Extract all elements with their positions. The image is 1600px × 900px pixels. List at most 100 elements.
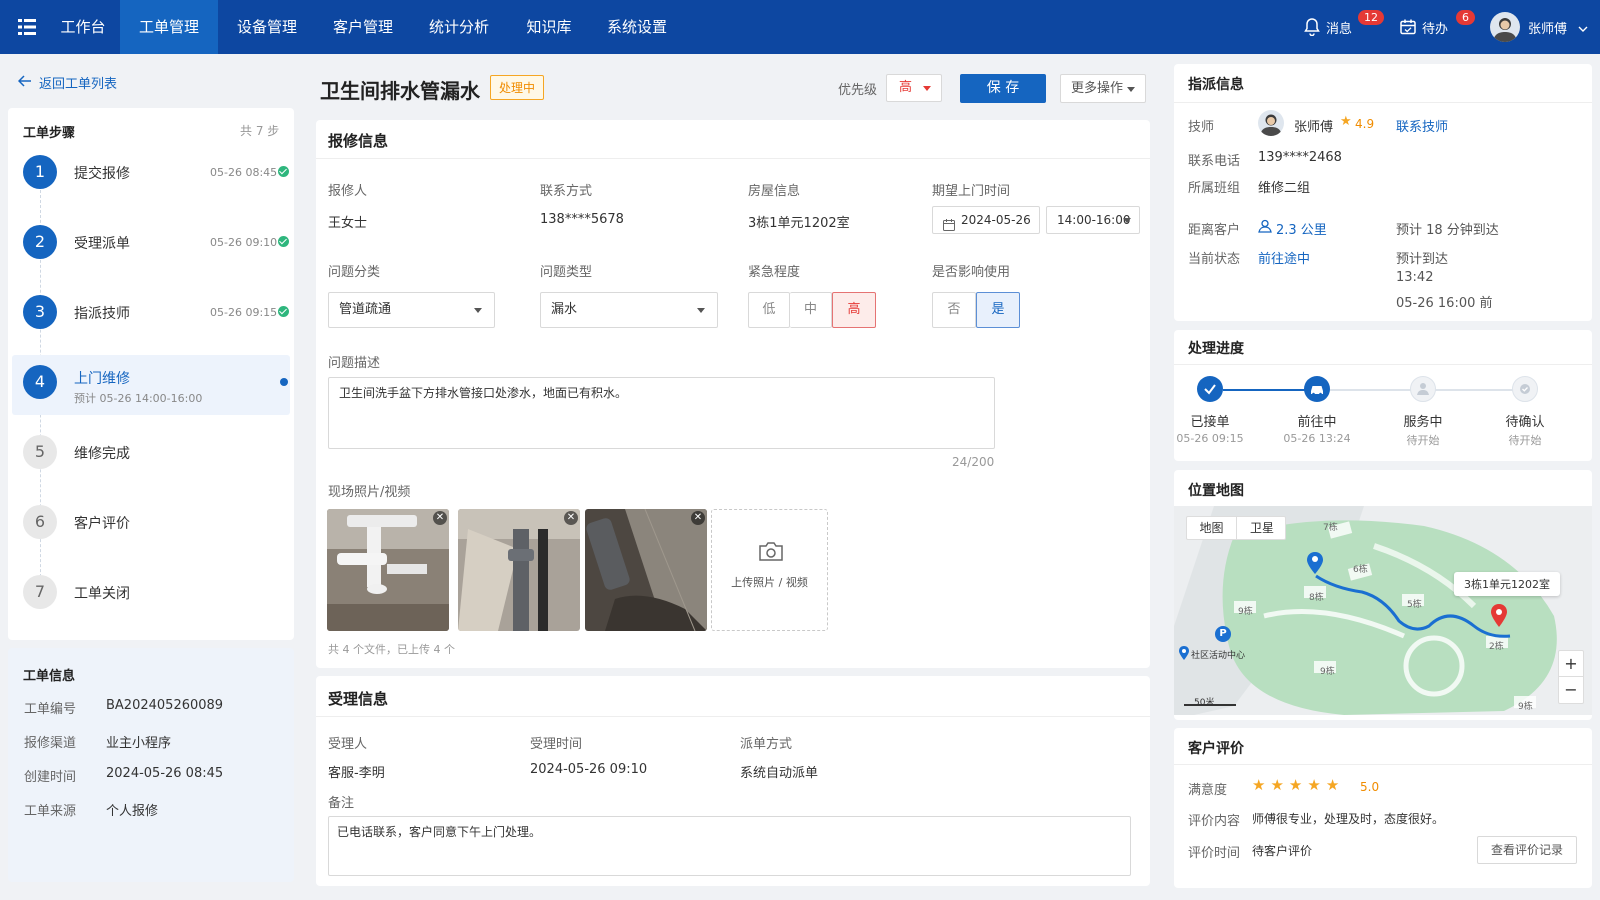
satellite-tab[interactable]: 卫星 (1237, 517, 1287, 539)
nav-devices[interactable]: 设备管理 (226, 0, 308, 54)
steps-title: 工单步骤 (23, 126, 76, 141)
section-divider (1174, 102, 1592, 103)
team-label: 所属班组 (1188, 181, 1241, 196)
description-counter: 24/200 (952, 455, 995, 469)
star-icon: ★ (1270, 776, 1284, 794)
note-textarea[interactable]: 已电话联系，客户同意下午上门处理。 (328, 816, 1131, 876)
site-photo-2[interactable]: ✕ (458, 509, 580, 631)
todo-button[interactable]: 待办 6 (1400, 0, 1480, 54)
building-label: 9栋 (1320, 667, 1335, 677)
urgency-high-button[interactable]: 高 (832, 292, 876, 328)
map-type-toggle: 地图 卫星 (1186, 516, 1286, 540)
priority-value: 高 (899, 80, 913, 95)
caret-down-icon (1127, 87, 1135, 92)
caret-down-icon (697, 308, 705, 313)
check-circle-icon (1520, 384, 1530, 394)
building-label: 9栋 (1518, 702, 1533, 712)
progress-label-in-service: 服务中 (1403, 415, 1443, 430)
type-select[interactable]: 漏水 (540, 292, 718, 328)
arrive-time: 13:42 (1396, 270, 1434, 285)
affect-yes-button[interactable]: 是 (976, 292, 1020, 328)
upload-photo-button[interactable]: 上传照片 / 视频 (711, 509, 828, 631)
review-history-button[interactable]: 查看评价记录 (1477, 836, 1577, 864)
step-label[interactable]: 维修完成 (74, 443, 130, 463)
description-label: 问题描述 (328, 356, 381, 371)
zoom-out-button[interactable]: − (1559, 677, 1583, 703)
upload-label: 上传照片 / 视频 (731, 576, 808, 589)
category-select[interactable]: 管道疏通 (328, 292, 495, 328)
step-number: 2 (23, 225, 57, 259)
order-info-panel: 工单信息 工单编号 BA202405260089 报修渠道 业主小程序 创建时间… (8, 648, 294, 882)
site-photo-1[interactable]: ✕ (327, 509, 449, 631)
review-content-label: 评价内容 (1188, 814, 1241, 829)
satisfaction-label: 满意度 (1188, 783, 1228, 798)
building-label: 6栋 (1353, 565, 1368, 575)
urgency-medium-button[interactable]: 中 (790, 292, 832, 328)
remove-photo-icon[interactable]: ✕ (691, 511, 705, 525)
location-map[interactable]: 7栋 6栋 8栋 9栋 5栋 2栋 9栋 9栋 地图 卫星 3栋1单元1202室… (1174, 506, 1592, 715)
step-done-check-icon (278, 236, 289, 247)
caret-down-icon (1123, 218, 1131, 223)
visit-time-select[interactable]: 14:00-16:00 (1046, 206, 1140, 234)
urgency-low-button[interactable]: 低 (748, 292, 790, 328)
review-time-label: 评价时间 (1188, 846, 1241, 861)
user-name: 张师傅 (1528, 22, 1568, 37)
camera-icon (758, 540, 784, 566)
page-title: 卫生间排水管漏水 (320, 79, 480, 103)
visit-date-picker[interactable]: 2024-05-26 (932, 206, 1040, 234)
step-time: 05-26 08:45 (210, 166, 278, 179)
more-actions-button[interactable]: 更多操作 (1060, 74, 1146, 103)
community-label: 社区活动中心 (1191, 651, 1246, 661)
nav-work-orders[interactable]: 工单管理 (120, 0, 218, 54)
priority-select[interactable]: 高 (886, 74, 942, 102)
state-value: 前往途中 (1258, 252, 1311, 267)
community-pin-icon (1178, 646, 1190, 664)
affect-no-button[interactable]: 否 (932, 292, 976, 328)
destination-marker-icon (1490, 604, 1508, 632)
nav-workbench[interactable]: 工作台 (48, 0, 118, 54)
back-to-list-link[interactable]: 返回工单列表 (17, 72, 138, 92)
created-time-value: 2024-05-26 08:45 (106, 766, 224, 781)
step-time: 05-26 09:10 (210, 236, 278, 249)
phone-label: 联系电话 (1188, 154, 1241, 169)
nav-statistics[interactable]: 统计分析 (418, 0, 500, 54)
progress-time-accepted: 05-26 09:15 (1176, 432, 1244, 445)
step-label[interactable]: 受理派单 (74, 233, 130, 253)
step-time: 05-26 09:15 (210, 306, 278, 319)
destination-label: 3栋1单元1202室 (1464, 578, 1550, 591)
progress-time-confirm: 待开始 (1508, 434, 1542, 447)
messages-button[interactable]: 消息 12 (1304, 0, 1384, 54)
step-label[interactable]: 工单关闭 (74, 583, 130, 603)
nav-knowledge[interactable]: 知识库 (514, 0, 584, 54)
contact-value: 138****5678 (540, 212, 624, 227)
step-label[interactable]: 指派技师 (74, 303, 130, 323)
order-info-title: 工单信息 (23, 669, 76, 684)
step-label[interactable]: 上门维修 (74, 368, 130, 388)
technician-marker-icon (1306, 552, 1324, 578)
channel-value: 业主小程序 (106, 736, 172, 751)
description-textarea[interactable]: 卫生间洗手盆下方排水管接口处渗水，地面已有积水。 (328, 377, 995, 449)
step-label[interactable]: 提交报修 (74, 163, 130, 183)
star-icon: ★ (1307, 776, 1321, 794)
map-tab[interactable]: 地图 (1187, 517, 1237, 539)
step-label[interactable]: 客户评价 (74, 513, 130, 533)
save-button[interactable]: 保 存 (960, 74, 1046, 103)
contact-tech-link[interactable]: 联系技师 (1396, 116, 1448, 135)
remove-photo-icon[interactable]: ✕ (564, 511, 578, 525)
star-icon: ★ (1340, 114, 1352, 129)
site-photo-3[interactable]: ✕ (585, 509, 707, 631)
back-label: 返回工单列表 (39, 77, 118, 92)
zoom-in-button[interactable]: + (1559, 651, 1583, 677)
remove-photo-icon[interactable]: ✕ (433, 511, 447, 525)
destination-callout: 3栋1单元1202室 (1454, 572, 1560, 596)
building-label: 2栋 (1489, 642, 1504, 652)
user-menu[interactable]: 张师傅 (1490, 0, 1590, 54)
affect-label: 是否影响使用 (932, 265, 1011, 280)
step-number: 1 (23, 155, 57, 189)
progress-node-accepted (1197, 376, 1223, 402)
nav-settings[interactable]: 系统设置 (596, 0, 678, 54)
nav-customers[interactable]: 客户管理 (322, 0, 404, 54)
review-panel: 客户评价 (1174, 728, 1592, 888)
menu-grid-icon[interactable] (18, 19, 36, 35)
building-label: 5栋 (1407, 600, 1422, 610)
